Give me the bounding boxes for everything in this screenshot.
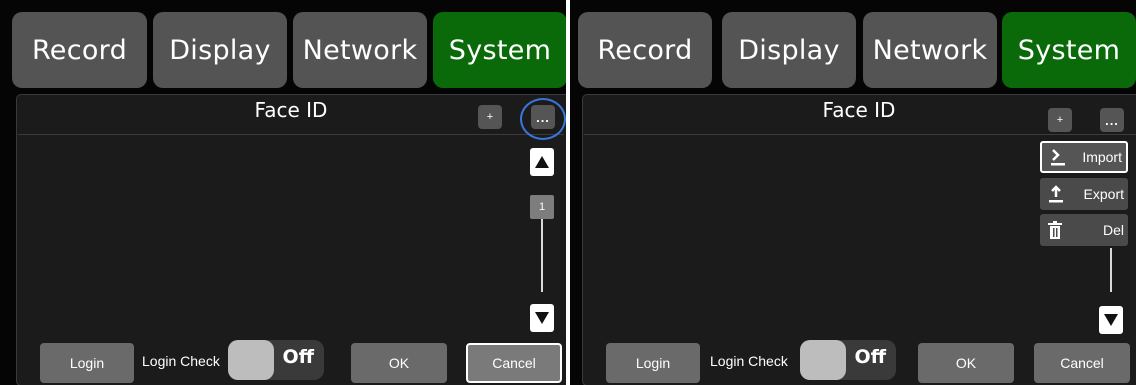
left-screen: Record Display Network System Face ID + … <box>0 0 566 385</box>
toggle-state: Off <box>282 346 314 368</box>
login-check-toggle[interactable]: Off <box>800 340 896 380</box>
import-menu-item[interactable]: Import <box>1040 141 1128 173</box>
ok-button[interactable]: OK <box>918 343 1014 383</box>
title-divider <box>584 134 1136 135</box>
tab-system[interactable]: System <box>1002 12 1136 88</box>
triangle-up-icon <box>535 156 549 168</box>
toggle-knob <box>228 340 274 380</box>
scroll-down-button[interactable] <box>1099 306 1123 334</box>
login-check-label: Login Check <box>142 353 220 369</box>
import-label: Import <box>1082 149 1122 165</box>
cancel-button[interactable]: Cancel <box>1034 343 1130 383</box>
export-icon <box>1049 185 1063 203</box>
triangle-down-icon <box>1104 314 1118 326</box>
scroll-track[interactable] <box>541 219 543 292</box>
delete-label: Del <box>1102 222 1124 238</box>
toggle-state: Off <box>854 346 886 368</box>
export-menu-item[interactable]: Export <box>1040 178 1128 210</box>
tab-system[interactable]: System <box>433 12 566 88</box>
more-button[interactable]: ... <box>1100 108 1124 132</box>
tab-network[interactable]: Network <box>293 12 427 88</box>
add-button[interactable]: + <box>478 105 502 129</box>
right-screen: Record Display Network System Face ID + … <box>570 0 1136 385</box>
scroll-up-button[interactable] <box>530 148 554 176</box>
tab-display[interactable]: Display <box>722 12 856 88</box>
add-button[interactable]: + <box>1048 108 1072 132</box>
import-icon <box>1051 149 1065 166</box>
scroll-track[interactable] <box>1110 248 1112 292</box>
login-check-toggle[interactable]: Off <box>228 340 324 380</box>
trash-icon <box>1048 221 1062 239</box>
triangle-down-icon <box>535 312 549 324</box>
tab-network[interactable]: Network <box>863 12 997 88</box>
login-check-label: Login Check <box>710 353 788 369</box>
scroll-down-button[interactable] <box>530 304 554 332</box>
cancel-button[interactable]: Cancel <box>466 343 562 383</box>
focus-ring <box>520 98 566 140</box>
login-button[interactable]: Login <box>40 343 134 383</box>
tab-display[interactable]: Display <box>153 12 287 88</box>
login-button[interactable]: Login <box>606 343 700 383</box>
title-divider <box>18 134 564 135</box>
export-label: Export <box>1083 186 1124 202</box>
tab-record[interactable]: Record <box>578 12 712 88</box>
toggle-knob <box>800 340 846 380</box>
page-indicator: 1 <box>530 195 554 219</box>
delete-menu-item[interactable]: Del <box>1040 214 1128 246</box>
tab-record[interactable]: Record <box>12 12 147 88</box>
ok-button[interactable]: OK <box>351 343 447 383</box>
